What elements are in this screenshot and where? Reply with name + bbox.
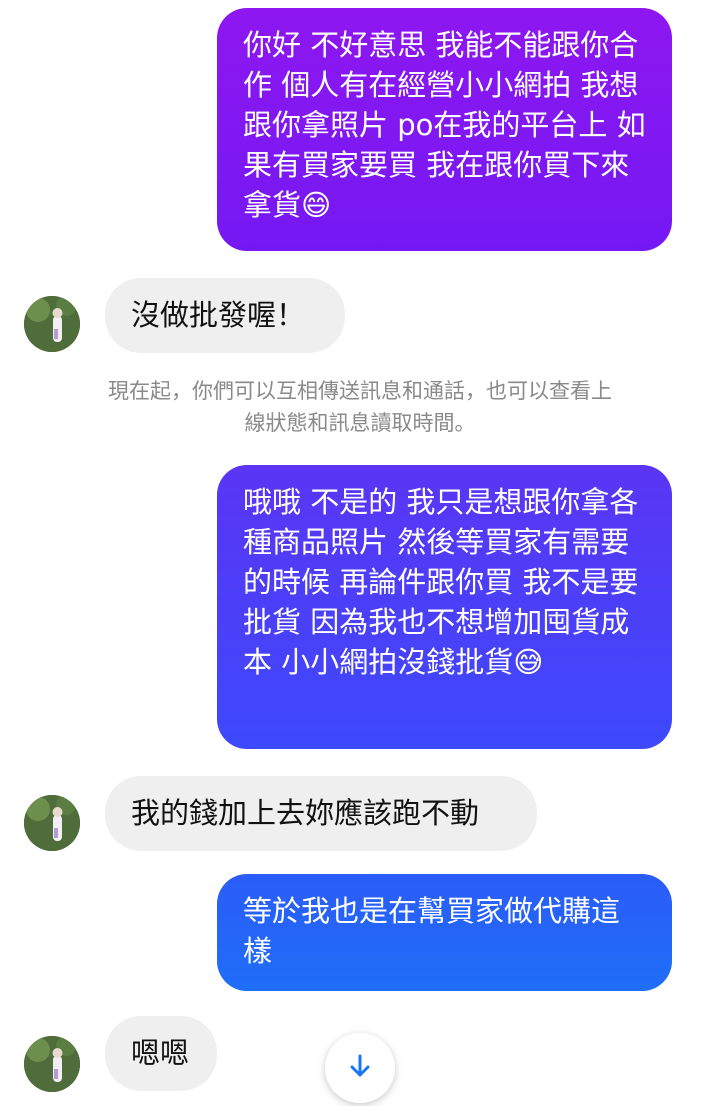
arrow-down-icon xyxy=(347,1053,373,1083)
scroll-to-bottom-button[interactable] xyxy=(325,1033,395,1103)
outgoing-message-bubble[interactable]: 哦哦 不是的 我只是想跟你拿各種商品照片 然後等買家有需要的時候 再論件跟你買 … xyxy=(217,465,672,749)
contact-avatar[interactable] xyxy=(24,1036,80,1092)
contact-avatar[interactable] xyxy=(24,795,80,851)
incoming-message-bubble[interactable]: 嗯嗯 xyxy=(105,1016,217,1091)
incoming-message-bubble[interactable]: 我的錢加上去妳應該跑不動 xyxy=(105,776,537,851)
incoming-message-bubble[interactable]: 沒做批發喔！ xyxy=(105,278,345,353)
outgoing-message-bubble[interactable]: 等於我也是在幫買家做代購這樣 xyxy=(217,874,672,991)
outgoing-message-bubble[interactable]: 你好 不好意思 我能不能跟你合作 個人有在經營小小網拍 我想跟你拿照片 po在我… xyxy=(217,8,672,251)
system-notice: 現在起，你們可以互相傳送訊息和通話，也可以查看上線狀態和訊息讀取時間。 xyxy=(108,379,612,435)
contact-avatar[interactable] xyxy=(24,296,80,352)
